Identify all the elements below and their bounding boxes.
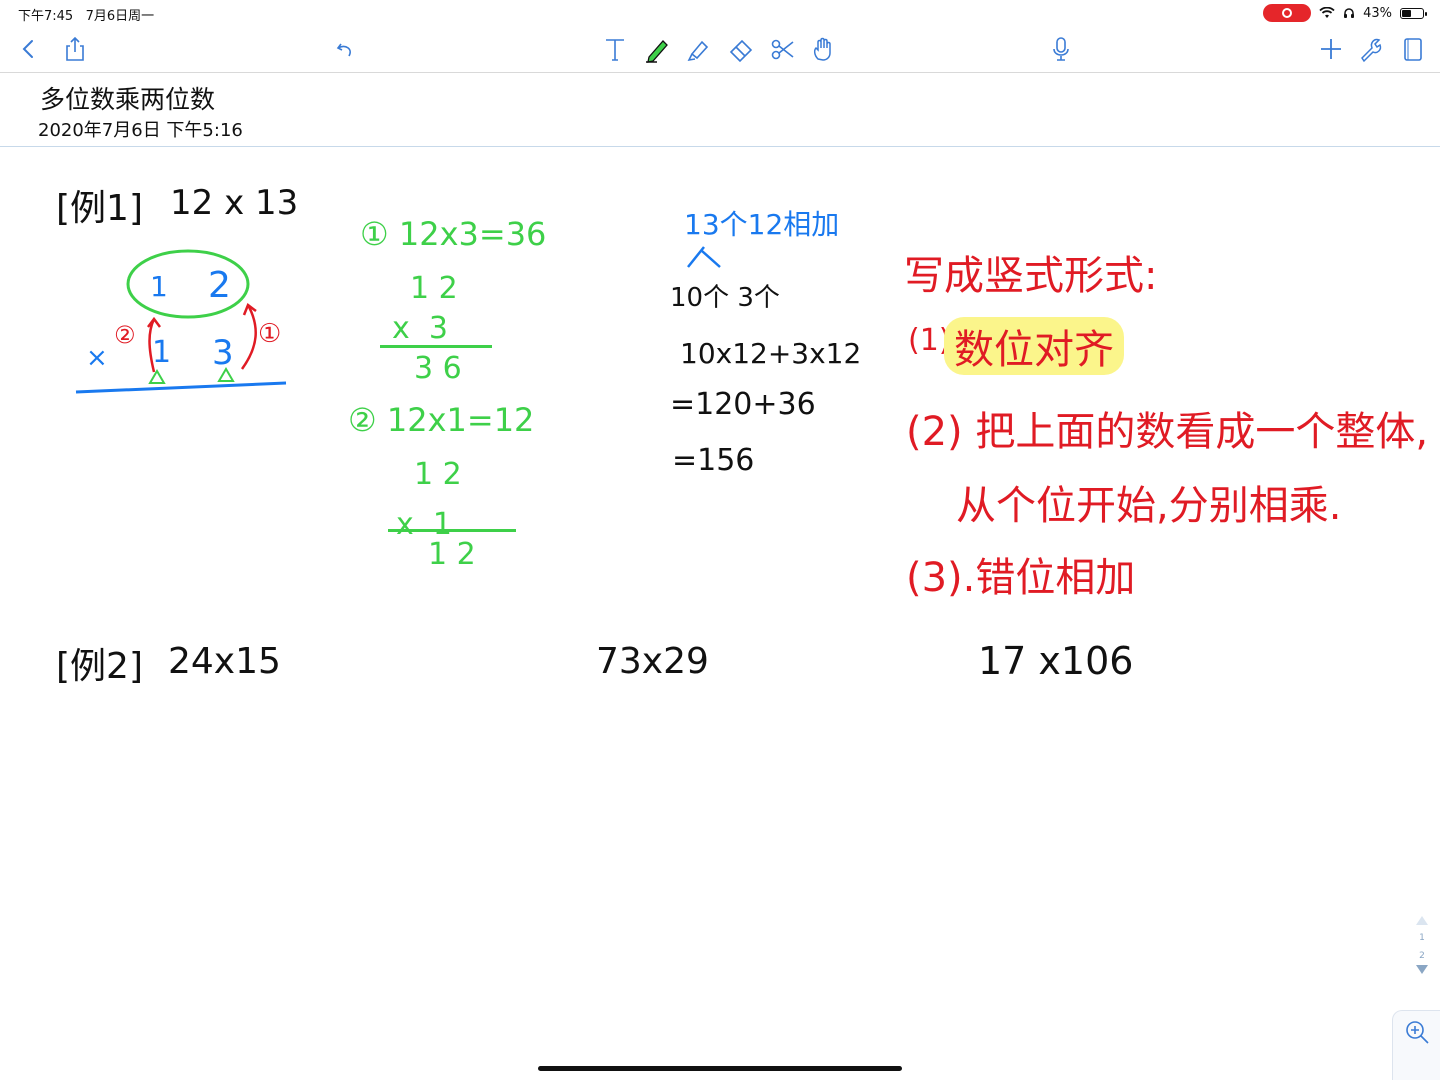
wrench-icon[interactable] (1354, 32, 1388, 66)
step2-line (388, 529, 516, 532)
page-current: 1 (1419, 933, 1425, 943)
share-icon[interactable] (58, 32, 92, 66)
battery-icon (1400, 7, 1427, 19)
example2-expression: 24x15 (168, 641, 281, 682)
step2-equation: ② 12x1=12 (348, 401, 535, 439)
undo-icon[interactable] (328, 32, 362, 66)
note-canvas[interactable]: [例1] 12 x 13 1 2 × 1 3 ② ① ① 12x3=36 1 2… (0, 147, 1440, 1080)
bottom-digit-2: 3 (212, 333, 234, 373)
step1-equation: ① 12x3=36 (360, 215, 547, 253)
times-sign: × (86, 343, 108, 373)
example2-label: [例2] (56, 646, 143, 687)
status-bar: 下午7:45 7月6日周一 43% (0, 0, 1440, 26)
toolbar-divider (0, 72, 1440, 73)
diagram-underline (75, 381, 287, 394)
calc-line1: 10x12+3x12 (680, 337, 862, 370)
eraser-icon[interactable] (724, 32, 758, 66)
page-up-icon[interactable] (1416, 916, 1428, 925)
calc-line3: =156 (672, 443, 755, 478)
step2-row1: 1 2 (414, 457, 462, 492)
red-heading: 写成竖式形式: (904, 253, 1158, 299)
blue-note-line1: 13个12相加 (684, 208, 840, 241)
calc-line2: =120+36 (670, 387, 816, 422)
example1-expression: 12 x 13 (170, 183, 299, 223)
zoom-in-icon[interactable] (1404, 1019, 1430, 1045)
status-date: 7月6日周一 (85, 9, 155, 24)
step1-row2: x 3 (392, 311, 448, 346)
pen-icon[interactable] (640, 32, 674, 66)
step1-row1: 1 2 (410, 271, 458, 306)
triangle-mark-1 (148, 369, 166, 384)
device-icon[interactable] (1396, 32, 1430, 66)
arrow-1 (240, 303, 257, 370)
exercise-17x106: 17 x106 (978, 639, 1134, 683)
status-right: 43% (1263, 4, 1427, 22)
circle-2-label: ② (114, 321, 136, 349)
note-title[interactable]: 多位数乘两位数 (40, 80, 215, 116)
hand-icon[interactable] (806, 32, 840, 66)
red-item3: (3).错位相加 (906, 555, 1136, 601)
top-digit-2: 2 (208, 265, 231, 306)
add-icon[interactable] (1314, 32, 1348, 66)
status-time-date: 下午7:45 7月6日周一 (18, 5, 154, 24)
microphone-icon[interactable] (1044, 32, 1078, 66)
step1-result: 3 6 (414, 351, 462, 386)
battery-percent: 43% (1363, 5, 1392, 21)
step1-line (380, 345, 492, 348)
headphones-icon (1344, 8, 1355, 18)
example1-label: [例1] (56, 188, 143, 229)
status-time: 下午7:45 (18, 9, 74, 24)
zoom-button[interactable] (1392, 1010, 1440, 1080)
top-digit-1: 1 (150, 270, 168, 303)
exercise-73x29: 73x29 (596, 641, 709, 682)
red-item1-text: 数位对齐 (944, 317, 1124, 375)
step2-result: 1 2 (428, 537, 476, 572)
page-scroller[interactable]: 1 2 (1414, 916, 1430, 988)
page-down-icon[interactable] (1416, 965, 1428, 974)
blue-note-line2: 10个 3个 (670, 283, 780, 313)
red-item2-line2: 从个位开始,分别相乘. (956, 483, 1342, 529)
lasso-scissors-icon[interactable] (766, 32, 800, 66)
home-indicator[interactable] (538, 1066, 902, 1071)
toolbar (0, 26, 1440, 72)
bottom-digit-1: 1 (152, 335, 172, 370)
note-date: 2020年7月6日 下午5:16 (38, 120, 243, 141)
red-item2-line1: (2) 把上面的数看成一个整体, (906, 409, 1429, 455)
screen-recording-icon[interactable] (1263, 4, 1312, 22)
wifi-icon (1319, 7, 1335, 18)
text-icon[interactable] (598, 32, 632, 66)
page-next: 2 (1419, 951, 1425, 961)
circle-1-label: ① (258, 319, 282, 349)
back-icon[interactable] (12, 32, 46, 66)
highlighter-icon[interactable] (682, 32, 716, 66)
blue-split-mark (687, 246, 721, 268)
